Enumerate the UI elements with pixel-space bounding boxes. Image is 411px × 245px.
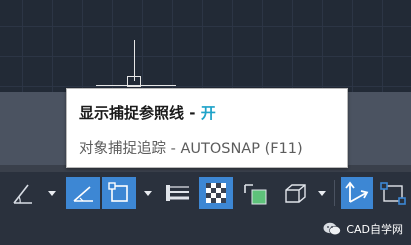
snap-reference-line-button[interactable] xyxy=(66,177,100,209)
tooltip-separator: - xyxy=(184,104,201,122)
crosshair-vertical xyxy=(134,40,135,81)
tooltip-subtitle: 对象捕捉追踪 - AUTOSNAP (F11) xyxy=(79,141,303,157)
status-bar: CAD自学网 xyxy=(0,172,411,245)
tooltip-state: 开 xyxy=(200,104,216,122)
polar-tracking-dropdown[interactable] xyxy=(45,176,59,210)
object-snap-icon xyxy=(108,182,128,202)
watermark: CAD自学网 xyxy=(323,221,403,237)
wechat-logo-icon xyxy=(323,222,342,236)
chevron-down-icon xyxy=(318,191,326,196)
crosshair-pickbox xyxy=(127,76,141,87)
chevron-down-icon xyxy=(144,191,152,196)
lineweight-icon xyxy=(166,185,189,201)
3d-object-snap-icon xyxy=(285,184,306,203)
tooltip-title-text: 显示捕捉参照线 xyxy=(79,104,185,122)
annotation-monitor-icon xyxy=(380,182,406,205)
lineweight-button[interactable] xyxy=(162,177,194,209)
dynamic-ucs-icon xyxy=(345,181,369,203)
status-tooltip: 显示捕捉参照线 - 开 对象捕捉追踪 - AUTOSNAP (F11) xyxy=(66,88,348,168)
chevron-down-icon xyxy=(48,191,56,196)
object-snap-dropdown[interactable] xyxy=(141,176,155,210)
drawing-canvas[interactable] xyxy=(0,0,411,92)
tooltip-title: 显示捕捉参照线 - 开 xyxy=(79,102,216,123)
snap-to-reference-line-icon xyxy=(73,186,93,202)
3d-object-snap-dropdown[interactable] xyxy=(315,176,329,210)
3d-object-snap-button[interactable] xyxy=(280,177,310,209)
cad-window: 显示捕捉参照线 - 开 对象捕捉追踪 - AUTOSNAP (F11) CAD自… xyxy=(0,0,411,245)
watermark-text: CAD自学网 xyxy=(346,223,403,236)
status-bar-toolbar xyxy=(0,176,411,210)
status-bar-separator xyxy=(334,180,335,206)
transparency-button[interactable] xyxy=(199,177,233,209)
object-snap-button[interactable] xyxy=(102,177,136,209)
polar-tracking-icon xyxy=(13,184,32,204)
selection-cycling-button[interactable] xyxy=(240,177,272,209)
annotation-monitor-button[interactable] xyxy=(378,177,408,209)
dynamic-ucs-button[interactable] xyxy=(341,177,373,209)
polar-tracking-button[interactable] xyxy=(10,177,36,209)
transparency-icon xyxy=(206,183,226,203)
selection-cycling-icon xyxy=(244,184,267,205)
